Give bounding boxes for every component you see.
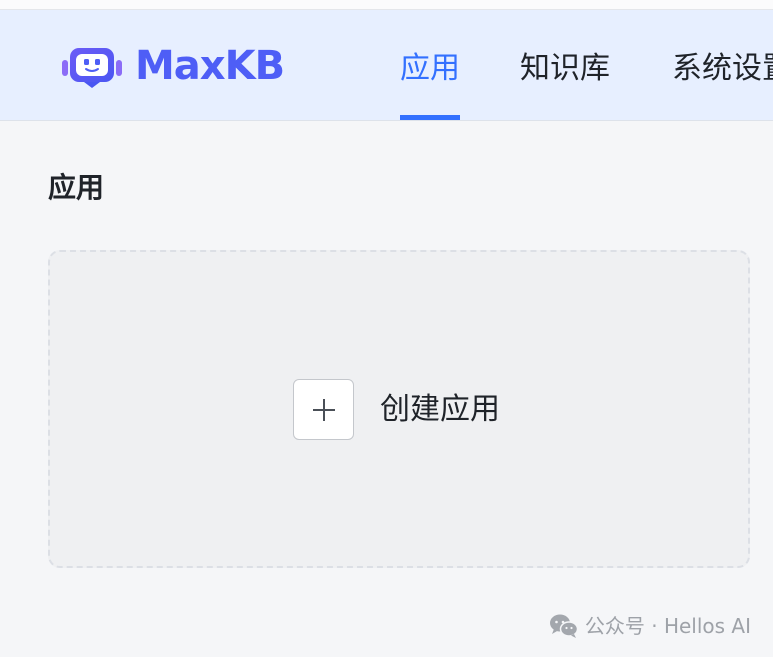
nav-tab-knowledge[interactable]: 知识库: [520, 10, 610, 120]
watermark: 公众号 · Hellos AI: [549, 612, 751, 640]
top-navbar: MaxKB 应用 知识库 系统设置: [0, 10, 773, 121]
nav-tab-apps[interactable]: 应用: [400, 10, 460, 120]
plus-icon: [312, 398, 335, 421]
logo[interactable]: MaxKB: [62, 42, 285, 90]
nav-tab-label: 应用: [400, 51, 460, 86]
page-title: 应用: [48, 171, 105, 204]
create-app-card[interactable]: 创建应用: [48, 250, 750, 568]
watermark-text: 公众号 · Hellos AI: [584, 614, 751, 638]
wechat-icon: [549, 614, 579, 638]
create-app-label: 创建应用: [380, 392, 500, 427]
robot-logo-icon: [62, 48, 122, 88]
nav-tab-label: 系统设置: [672, 51, 773, 86]
logo-text: MaxKB: [135, 43, 285, 89]
nav-tab-label: 知识库: [520, 51, 610, 86]
window-top-edge: [0, 0, 773, 10]
nav-tab-settings[interactable]: 系统设置: [672, 10, 773, 120]
create-app-button[interactable]: [293, 379, 354, 440]
active-tab-indicator: [400, 115, 460, 120]
